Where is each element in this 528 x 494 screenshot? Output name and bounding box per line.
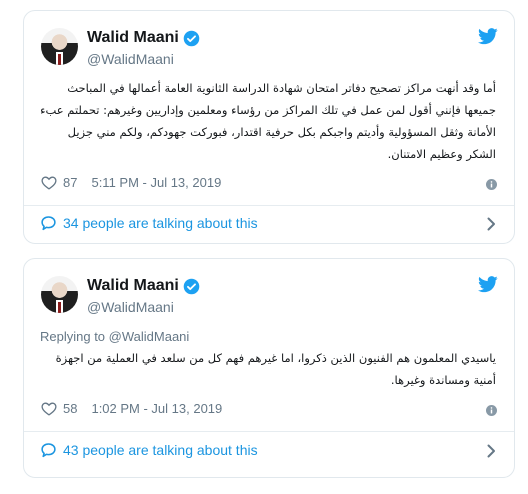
tweet-card[interactable]: Walid Maani @WalidMaani Replying to @Wal… xyxy=(23,258,515,478)
like-count[interactable]: 87 xyxy=(63,175,77,190)
author-name-text[interactable]: Walid Maani xyxy=(87,29,179,47)
info-icon[interactable] xyxy=(486,179,497,190)
tweet-card[interactable]: Walid Maani @WalidMaani أما وقد أنهت مرا… xyxy=(23,10,515,244)
avatar[interactable] xyxy=(41,276,78,313)
tweet-timestamp[interactable]: 1:02 PM - Jul 13, 2019 xyxy=(91,401,222,416)
tweet-text: أما وقد أنهت مراكز تصحيح دفاتر امتحان شه… xyxy=(40,81,496,161)
author-handle[interactable]: @WalidMaani xyxy=(87,299,174,315)
conversation-link[interactable]: 43 people are talking about this xyxy=(40,442,258,458)
tweet-text: ياسيدي المعلمون هم الفنيون الذين ذكروا، … xyxy=(55,351,496,387)
author-name[interactable]: Walid Maani xyxy=(87,277,200,295)
twitter-bird-icon[interactable] xyxy=(478,276,498,293)
author-name[interactable]: Walid Maani xyxy=(87,29,200,47)
tweet-meta: 58 1:02 PM - Jul 13, 2019 xyxy=(41,401,222,416)
author-handle[interactable]: @WalidMaani xyxy=(87,51,174,67)
heart-icon[interactable] xyxy=(41,175,57,190)
tweet-meta: 87 5:11 PM - Jul 13, 2019 xyxy=(41,175,221,190)
like-count[interactable]: 58 xyxy=(63,401,77,416)
author-name-text[interactable]: Walid Maani xyxy=(87,277,179,295)
info-icon[interactable] xyxy=(486,405,497,416)
conversation-link[interactable]: 34 people are talking about this xyxy=(40,215,258,231)
divider xyxy=(24,431,514,432)
avatar[interactable] xyxy=(41,28,78,65)
tweet-timestamp[interactable]: 5:11 PM - Jul 13, 2019 xyxy=(91,175,221,190)
conversation-link-text[interactable]: 34 people are talking about this xyxy=(63,215,258,231)
speech-bubble-icon xyxy=(41,216,56,231)
chevron-right-icon[interactable] xyxy=(487,217,496,231)
replying-to-prefix: Replying to xyxy=(40,329,106,344)
replying-to: Replying to @WalidMaani xyxy=(40,329,189,344)
verified-badge-icon xyxy=(183,30,200,46)
heart-icon[interactable] xyxy=(41,401,57,416)
twitter-bird-icon[interactable] xyxy=(478,28,498,45)
replying-to-mention[interactable]: @WalidMaani xyxy=(109,329,190,344)
conversation-link-text[interactable]: 43 people are talking about this xyxy=(63,442,258,458)
divider xyxy=(24,205,514,206)
speech-bubble-icon xyxy=(41,443,56,458)
chevron-right-icon[interactable] xyxy=(487,444,496,458)
verified-badge-icon xyxy=(183,278,200,294)
